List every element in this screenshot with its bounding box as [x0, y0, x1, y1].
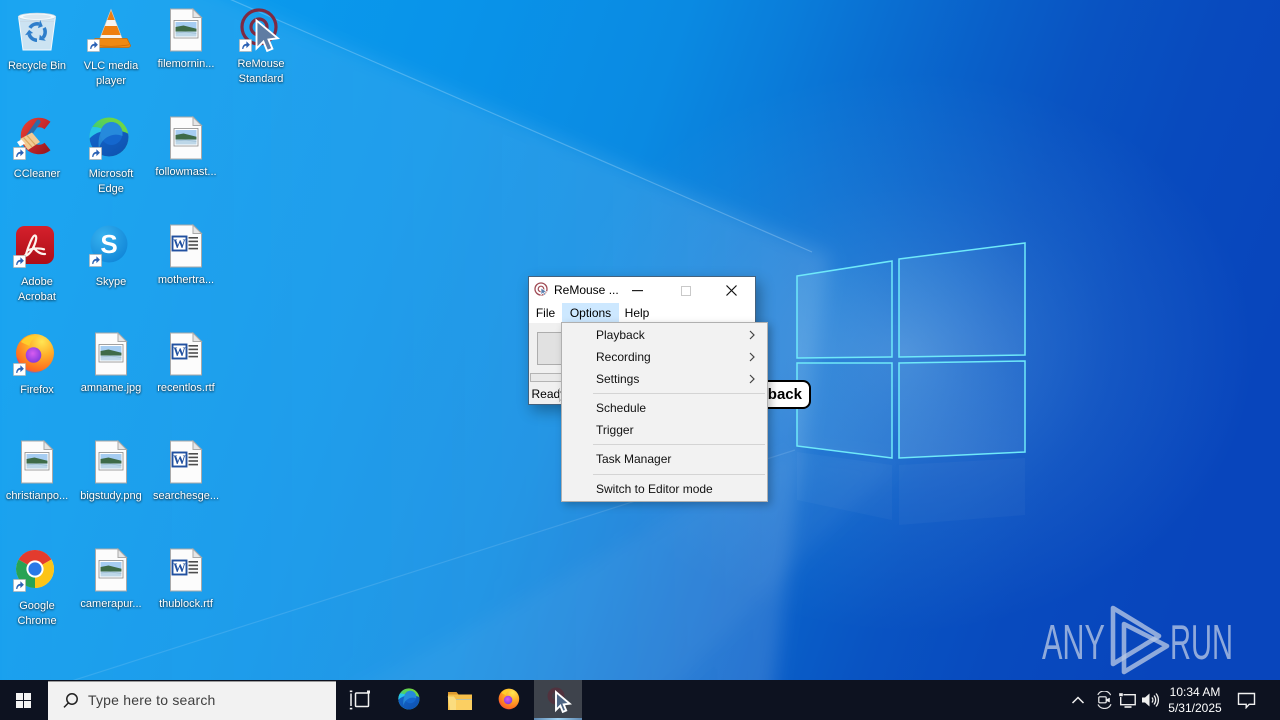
svg-text:ANY: ANY — [1042, 616, 1105, 670]
svg-text:RUN: RUN — [1170, 616, 1233, 670]
svg-text:S: S — [100, 229, 117, 259]
